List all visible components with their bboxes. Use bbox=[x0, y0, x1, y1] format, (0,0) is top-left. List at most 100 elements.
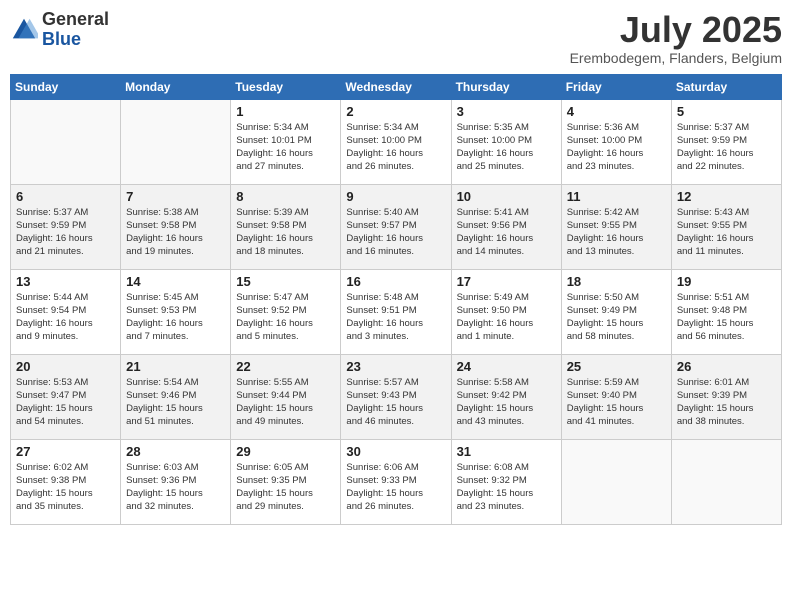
calendar-cell: 3 Sunrise: 5:35 AMSunset: 10:00 PMDayligh… bbox=[451, 99, 561, 184]
day-number: 19 bbox=[677, 274, 776, 289]
page-header: General Blue July 2025 Erembodegem, Flan… bbox=[10, 10, 782, 66]
weekday-header: Thursday bbox=[451, 74, 561, 99]
weekday-header-row: SundayMondayTuesdayWednesdayThursdayFrid… bbox=[11, 74, 782, 99]
day-number: 13 bbox=[16, 274, 115, 289]
day-info: Sunrise: 6:03 AMSunset: 9:36 PMDaylight:… bbox=[126, 461, 225, 514]
calendar-cell: 9Sunrise: 5:40 AMSunset: 9:57 PMDaylight… bbox=[341, 184, 451, 269]
day-number: 6 bbox=[16, 189, 115, 204]
day-info: Sunrise: 6:01 AMSunset: 9:39 PMDaylight:… bbox=[677, 376, 776, 429]
calendar-cell: 6 Sunrise: 5:37 AMSunset: 9:59 PMDaylight… bbox=[11, 184, 121, 269]
day-number: 2 bbox=[346, 104, 445, 119]
day-number: 21 bbox=[126, 359, 225, 374]
weekday-header: Tuesday bbox=[231, 74, 341, 99]
day-info: Sunrise: 5:49 AMSunset: 9:50 PMDaylight:… bbox=[457, 291, 556, 344]
day-info: Sunrise: 5:34 AMSunset: 10:01 PMDaylight… bbox=[236, 121, 335, 174]
day-info: Sunrise: 5:44 AMSunset: 9:54 PMDaylight:… bbox=[16, 291, 115, 344]
day-number: 10 bbox=[457, 189, 556, 204]
day-number: 22 bbox=[236, 359, 335, 374]
day-number: 3 bbox=[457, 104, 556, 119]
day-info: Sunrise: 5:58 AMSunset: 9:42 PMDaylight:… bbox=[457, 376, 556, 429]
calendar-cell bbox=[121, 99, 231, 184]
day-number: 1 bbox=[236, 104, 335, 119]
calendar-cell: 13 Sunrise: 5:44 AMSunset: 9:54 PMDayligh… bbox=[11, 269, 121, 354]
logo-general-text: General bbox=[42, 10, 109, 30]
calendar-cell: 31Sunrise: 6:08 AMSunset: 9:32 PMDayligh… bbox=[451, 439, 561, 524]
day-number: 27 bbox=[16, 444, 115, 459]
calendar-cell: 10Sunrise: 5:41 AMSunset: 9:56 PMDayligh… bbox=[451, 184, 561, 269]
day-number: 8 bbox=[236, 189, 335, 204]
calendar-cell: 1 Sunrise: 5:34 AMSunset: 10:01 PMDayligh… bbox=[231, 99, 341, 184]
day-number: 17 bbox=[457, 274, 556, 289]
weekday-header: Wednesday bbox=[341, 74, 451, 99]
calendar-table: SundayMondayTuesdayWednesdayThursdayFrid… bbox=[10, 74, 782, 525]
day-info: Sunrise: 6:05 AMSunset: 9:35 PMDaylight:… bbox=[236, 461, 335, 514]
calendar-cell bbox=[11, 99, 121, 184]
day-info: Sunrise: 5:59 AMSunset: 9:40 PMDaylight:… bbox=[567, 376, 666, 429]
calendar-week-row: 27 Sunrise: 6:02 AMSunset: 9:38 PMDayligh… bbox=[11, 439, 782, 524]
day-info: Sunrise: 6:02 AMSunset: 9:38 PMDaylight:… bbox=[16, 461, 115, 514]
weekday-header: Saturday bbox=[671, 74, 781, 99]
weekday-header: Friday bbox=[561, 74, 671, 99]
calendar-cell: 20 Sunrise: 5:53 AMSunset: 9:47 PMDayligh… bbox=[11, 354, 121, 439]
day-number: 30 bbox=[346, 444, 445, 459]
day-number: 20 bbox=[16, 359, 115, 374]
day-number: 7 bbox=[126, 189, 225, 204]
logo-text: General Blue bbox=[42, 10, 109, 50]
day-number: 11 bbox=[567, 189, 666, 204]
day-number: 9 bbox=[346, 189, 445, 204]
calendar-cell: 16Sunrise: 5:48 AMSunset: 9:51 PMDayligh… bbox=[341, 269, 451, 354]
calendar-cell: 18Sunrise: 5:50 AMSunset: 9:49 PMDayligh… bbox=[561, 269, 671, 354]
day-number: 24 bbox=[457, 359, 556, 374]
calendar-cell: 14Sunrise: 5:45 AMSunset: 9:53 PMDayligh… bbox=[121, 269, 231, 354]
day-info: Sunrise: 5:53 AMSunset: 9:47 PMDaylight:… bbox=[16, 376, 115, 429]
calendar-cell: 12 Sunrise: 5:43 AMSunset: 9:55 PMDayligh… bbox=[671, 184, 781, 269]
day-info: Sunrise: 5:43 AMSunset: 9:55 PMDaylight:… bbox=[677, 206, 776, 259]
day-info: Sunrise: 5:38 AMSunset: 9:58 PMDaylight:… bbox=[126, 206, 225, 259]
day-number: 15 bbox=[236, 274, 335, 289]
day-info: Sunrise: 5:57 AMSunset: 9:43 PMDaylight:… bbox=[346, 376, 445, 429]
calendar-cell: 30Sunrise: 6:06 AMSunset: 9:33 PMDayligh… bbox=[341, 439, 451, 524]
logo-blue-text: Blue bbox=[42, 30, 109, 50]
day-info: Sunrise: 5:39 AMSunset: 9:58 PMDaylight:… bbox=[236, 206, 335, 259]
day-info: Sunrise: 5:51 AMSunset: 9:48 PMDaylight:… bbox=[677, 291, 776, 344]
calendar-location: Erembodegem, Flanders, Belgium bbox=[570, 50, 782, 66]
day-number: 4 bbox=[567, 104, 666, 119]
day-number: 29 bbox=[236, 444, 335, 459]
calendar-title: July 2025 bbox=[570, 10, 782, 50]
calendar-cell: 29 Sunrise: 6:05 AMSunset: 9:35 PMDayligh… bbox=[231, 439, 341, 524]
calendar-cell: 23 Sunrise: 5:57 AMSunset: 9:43 PMDayligh… bbox=[341, 354, 451, 439]
day-number: 12 bbox=[677, 189, 776, 204]
calendar-week-row: 6 Sunrise: 5:37 AMSunset: 9:59 PMDaylight… bbox=[11, 184, 782, 269]
day-info: Sunrise: 5:45 AMSunset: 9:53 PMDaylight:… bbox=[126, 291, 225, 344]
day-number: 23 bbox=[346, 359, 445, 374]
calendar-cell: 17 Sunrise: 5:49 AMSunset: 9:50 PMDayligh… bbox=[451, 269, 561, 354]
title-block: July 2025 Erembodegem, Flanders, Belgium bbox=[570, 10, 782, 66]
day-info: Sunrise: 5:55 AMSunset: 9:44 PMDaylight:… bbox=[236, 376, 335, 429]
day-info: Sunrise: 5:42 AMSunset: 9:55 PMDaylight:… bbox=[567, 206, 666, 259]
day-info: Sunrise: 5:37 AMSunset: 9:59 PMDaylight:… bbox=[677, 121, 776, 174]
day-number: 28 bbox=[126, 444, 225, 459]
day-info: Sunrise: 5:35 AMSunset: 10:00 PMDaylight… bbox=[457, 121, 556, 174]
weekday-header: Monday bbox=[121, 74, 231, 99]
calendar-cell: 15Sunrise: 5:47 AMSunset: 9:52 PMDayligh… bbox=[231, 269, 341, 354]
calendar-cell: 5Sunrise: 5:37 AMSunset: 9:59 PMDaylight… bbox=[671, 99, 781, 184]
day-number: 25 bbox=[567, 359, 666, 374]
calendar-cell: 19 Sunrise: 5:51 AMSunset: 9:48 PMDayligh… bbox=[671, 269, 781, 354]
logo: General Blue bbox=[10, 10, 109, 50]
day-info: Sunrise: 5:34 AMSunset: 10:00 PMDaylight… bbox=[346, 121, 445, 174]
calendar-cell: 25 Sunrise: 5:59 AMSunset: 9:40 PMDayligh… bbox=[561, 354, 671, 439]
calendar-cell: 24 Sunrise: 5:58 AMSunset: 9:42 PMDayligh… bbox=[451, 354, 561, 439]
calendar-cell: 7 Sunrise: 5:38 AMSunset: 9:58 PMDaylight… bbox=[121, 184, 231, 269]
calendar-cell: 28 Sunrise: 6:03 AMSunset: 9:36 PMDayligh… bbox=[121, 439, 231, 524]
day-number: 16 bbox=[346, 274, 445, 289]
calendar-cell: 4 Sunrise: 5:36 AMSunset: 10:00 PMDayligh… bbox=[561, 99, 671, 184]
day-info: Sunrise: 5:37 AMSunset: 9:59 PMDaylight:… bbox=[16, 206, 115, 259]
calendar-week-row: 13 Sunrise: 5:44 AMSunset: 9:54 PMDayligh… bbox=[11, 269, 782, 354]
day-number: 31 bbox=[457, 444, 556, 459]
day-info: Sunrise: 5:36 AMSunset: 10:00 PMDaylight… bbox=[567, 121, 666, 174]
calendar-cell: 2 Sunrise: 5:34 AMSunset: 10:00 PMDayligh… bbox=[341, 99, 451, 184]
calendar-cell: 22 Sunrise: 5:55 AMSunset: 9:44 PMDayligh… bbox=[231, 354, 341, 439]
logo-icon bbox=[10, 16, 38, 44]
calendar-cell: 27 Sunrise: 6:02 AMSunset: 9:38 PMDayligh… bbox=[11, 439, 121, 524]
calendar-cell: 11 Sunrise: 5:42 AMSunset: 9:55 PMDayligh… bbox=[561, 184, 671, 269]
